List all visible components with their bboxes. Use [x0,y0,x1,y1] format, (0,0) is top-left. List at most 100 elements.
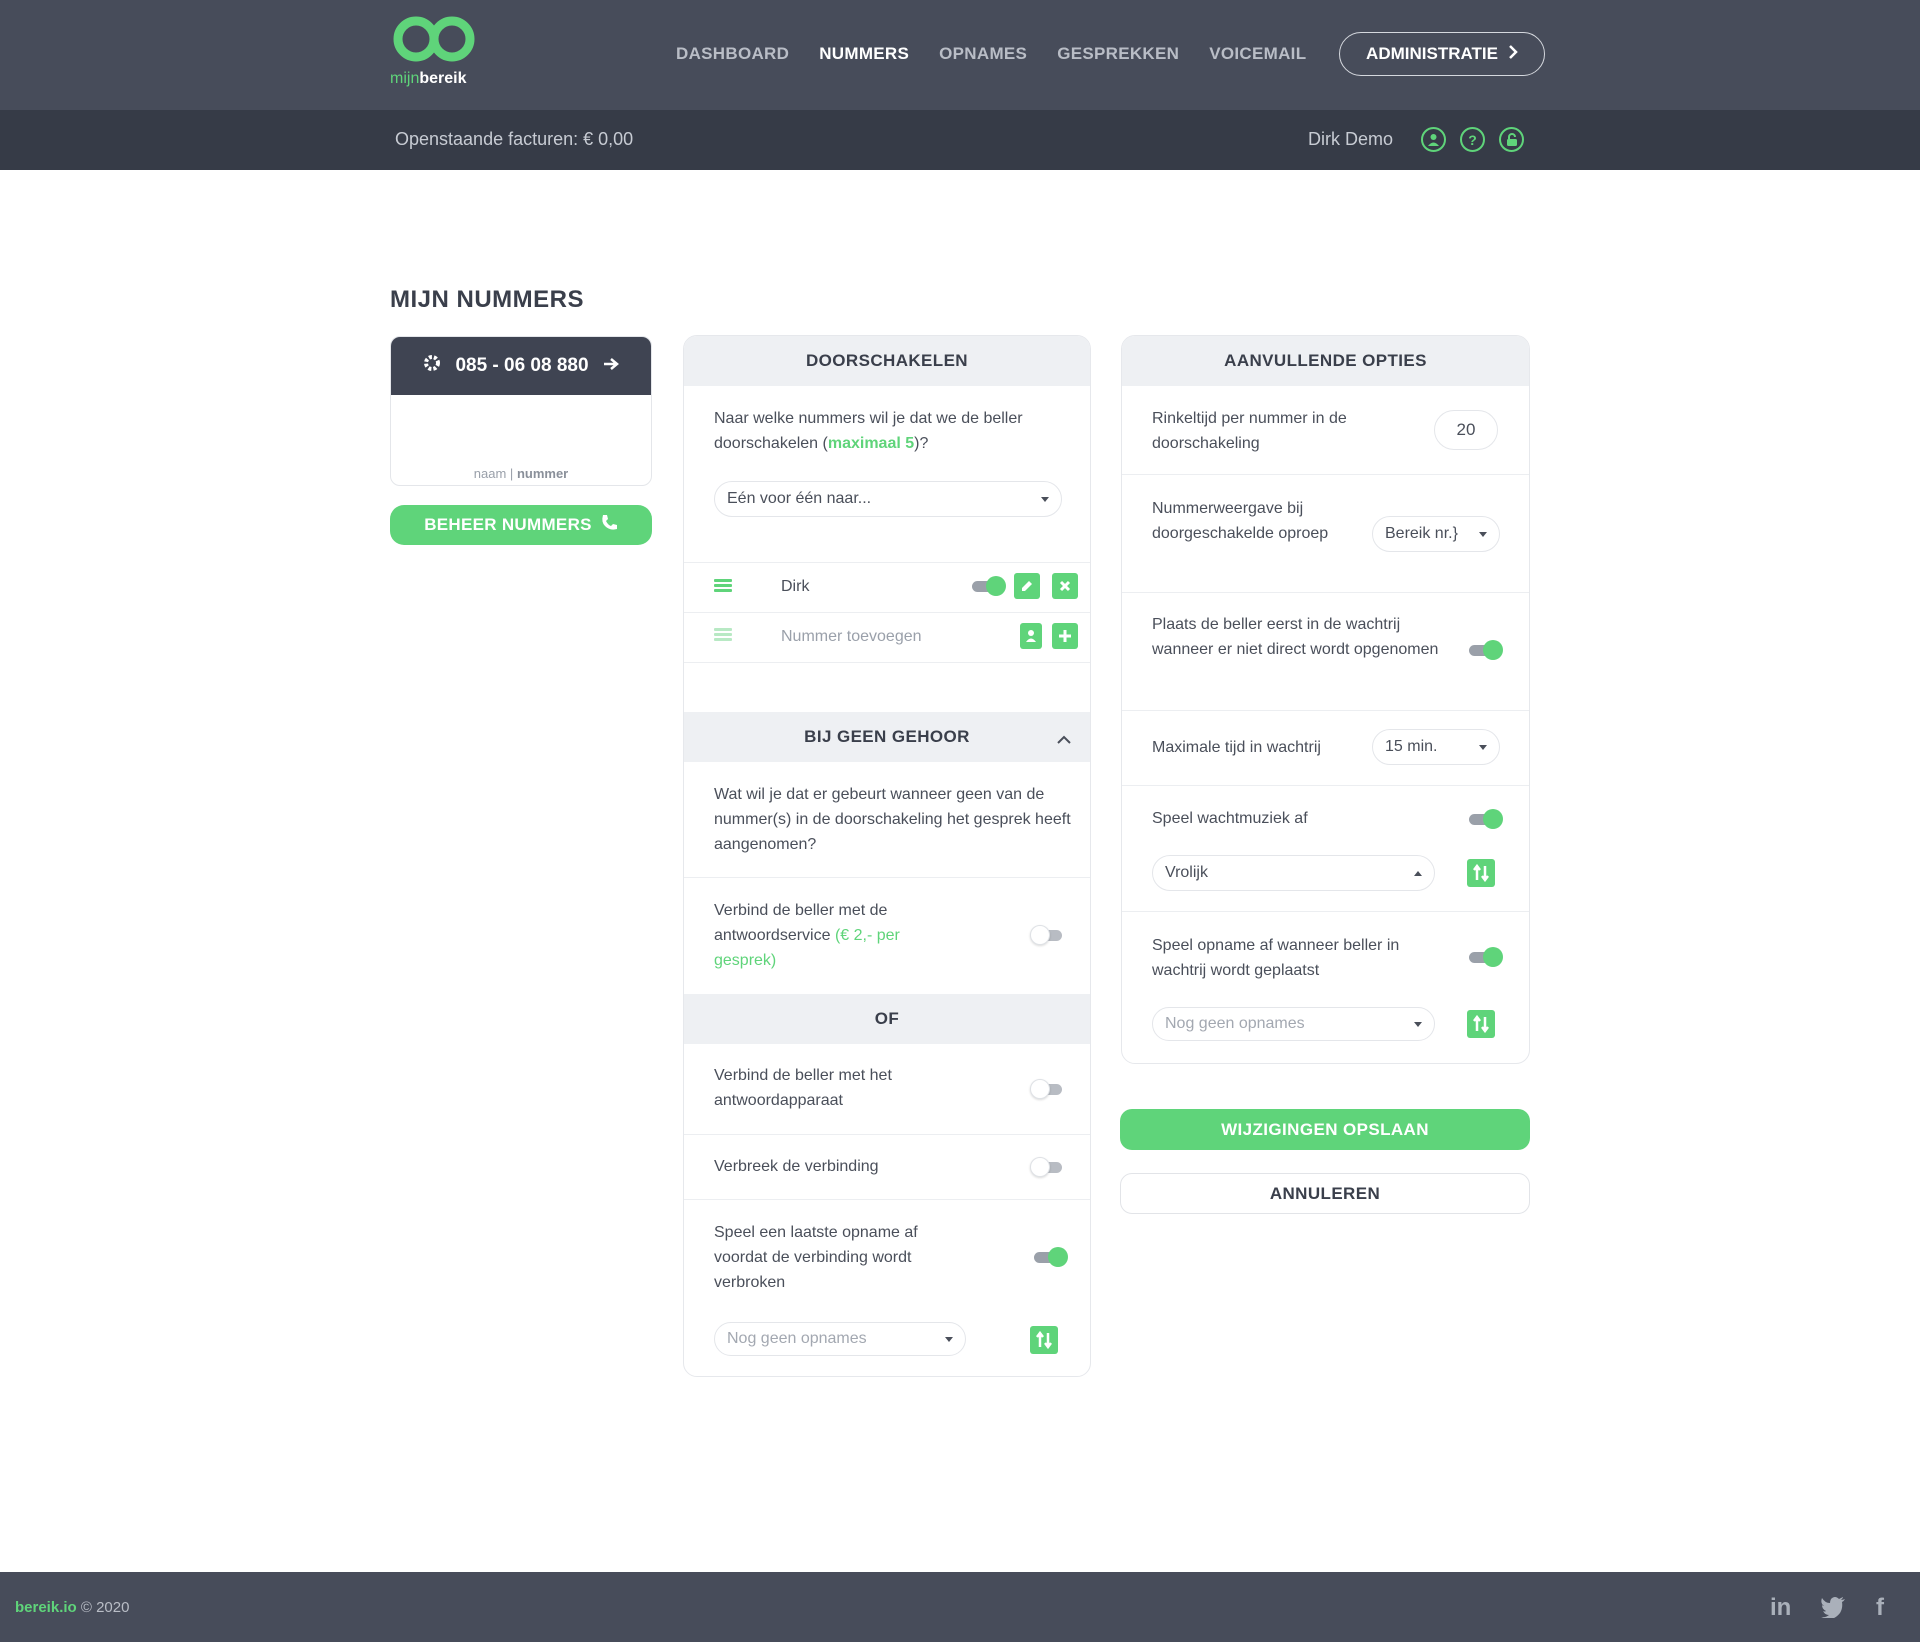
number-card-header[interactable]: 085 - 06 08 880 [391,337,651,395]
last-recording-select[interactable]: Nog geen opnames [714,1322,966,1356]
facebook-icon[interactable]: f [1876,1594,1884,1622]
cancel-button[interactable]: ANNULEREN [1120,1173,1530,1214]
administratie-label: ADMINISTRATIE [1366,44,1498,63]
add-icon[interactable] [1052,623,1078,649]
forward-question: Naar welke nummers wil je dat we de bell… [714,410,1023,452]
top-navigation: mijnbereik DASHBOARD NUMMERS OPNAMES GES… [0,0,1920,110]
open-invoices: Openstaande facturen: € 0,00 [395,129,634,149]
no-answer-header[interactable]: BIJ GEEN GEHOOR [684,712,1090,762]
divider [684,612,1090,613]
divider [1122,710,1529,711]
caret-down-icon [1414,1022,1422,1027]
caret-down-icon [1479,745,1487,750]
nav-gesprekken[interactable]: GESPREKKEN [1057,44,1179,64]
last-recording-value: Nog geen opnames [727,1330,867,1347]
caret-down-icon [1041,497,1049,502]
main-nav: DASHBOARD NUMMERS OPNAMES GESPREKKEN VOI… [676,44,1306,64]
copyright: bereik.io © 2020 [15,1599,130,1616]
arrow-right-icon [603,355,619,377]
queue-recording-toggle[interactable] [1467,947,1503,967]
twitter-icon[interactable] [1820,1596,1846,1625]
sort-icon[interactable] [1467,1010,1495,1038]
forward-mode-value: Eén voor één naar... [727,490,872,507]
sub-navigation: Openstaande facturen: € 0,00 Dirk Demo ? [0,110,1920,170]
last-recording-label: Speel een laatste opname af voordat de v… [714,1224,918,1291]
ring-time-label: Rinkeltijd per nummer in de doorschakeli… [1152,410,1347,452]
forward-entry-toggle[interactable] [970,576,1006,596]
divider [684,662,1090,663]
forward-panel-title: DOORSCHAKELEN [684,336,1090,386]
number-display-select[interactable]: Bereik nr. } [1372,516,1500,552]
last-recording-toggle[interactable] [1032,1247,1068,1267]
help-icon[interactable]: ? [1460,127,1485,152]
nav-nummers[interactable]: NUMMERS [819,44,909,64]
user-actions: ? [1421,127,1524,152]
answering-service-toggle[interactable] [1030,925,1066,945]
extra-options-title: AANVULLENDE OPTIES [1122,336,1529,386]
caret-down-icon [945,1337,953,1342]
caret-down-icon [1479,532,1487,537]
queue-recording-select[interactable]: Nog geen opnames [1152,1007,1435,1041]
delete-icon[interactable] [1052,573,1078,599]
profile-icon[interactable] [1421,127,1446,152]
number-card[interactable]: 085 - 06 08 880 naam | nummer [390,336,652,486]
answering-service-label: Verbind de beller met de antwoordservice… [714,902,900,969]
contact-book-icon[interactable] [1020,623,1042,649]
add-number-input[interactable]: Nummer toevoegen [781,624,922,649]
number-display-label: Nummerweergave bij doorgeschakelde oproe… [1152,500,1329,542]
max-wait-label: Maximale tijd in wachtrij [1152,739,1321,756]
nav-voicemail[interactable]: VOICEMAIL [1209,44,1306,64]
beheer-nummers-button[interactable]: BEHEER NUMMERS [390,505,652,545]
hold-music-value: Vrolijk [1165,864,1208,881]
infinity-logo-icon [393,16,475,62]
lock-icon[interactable] [1499,127,1524,152]
forward-panel: DOORSCHAKELEN Naar welke nummers wil je … [683,335,1091,1377]
administratie-button[interactable]: ADMINISTRATIE [1339,32,1545,76]
divider [684,877,1090,878]
gear-icon [423,354,441,378]
divider [1122,785,1529,786]
drag-handle-icon[interactable] [714,579,732,593]
no-answer-title: BIJ GEEN GEHOOR [804,727,970,746]
sort-icon[interactable] [1467,859,1495,887]
nav-dashboard[interactable]: DASHBOARD [676,44,789,64]
max-wait-value: 15 min. [1385,738,1438,755]
divider [1122,474,1529,475]
forward-entry-name: Dirk [781,578,810,595]
hangup-label: Verbreek de verbinding [714,1158,879,1175]
number-card-subtitle: naam | nummer [473,466,569,481]
hangup-toggle[interactable] [1030,1157,1066,1177]
voicemail-label: Verbind de beller met het antwoordappara… [714,1067,892,1109]
page-title: MIJN NUMMERS [390,286,585,313]
phone-number: 085 - 06 08 880 [455,355,589,376]
queue-toggle[interactable] [1467,640,1503,660]
queue-label: Plaats de beller eerst in de wachtrij wa… [1152,616,1439,658]
user-name: Dirk Demo [1308,129,1394,149]
queue-recording-value: Nog geen opnames [1165,1015,1305,1032]
beheer-nummers-label: BEHEER NUMMERS [424,515,592,534]
divider [684,1199,1090,1200]
drag-handle-icon [714,628,732,642]
linkedin-icon[interactable]: in [1770,1594,1791,1622]
divider [684,1134,1090,1135]
forward-mode-select[interactable]: Eén voor één naar... [714,481,1062,517]
number-display-value: Bereik nr. [1385,525,1453,542]
save-button[interactable]: WIJZIGINGEN OPSLAAN [1120,1109,1530,1150]
footer-brand-link[interactable]: bereik.io [15,1599,77,1616]
chevron-up-icon[interactable] [1056,730,1072,750]
divider [1122,592,1529,593]
logo-text: mijnbereik [390,70,467,87]
logo[interactable]: mijnbereik [390,14,490,94]
hold-music-toggle[interactable] [1467,809,1503,829]
ring-time-input[interactable]: 20 [1434,410,1498,450]
edit-icon[interactable] [1014,573,1040,599]
voicemail-toggle[interactable] [1030,1079,1066,1099]
sort-icon[interactable] [1030,1326,1058,1354]
or-separator: OF [684,994,1090,1044]
caret-up-icon [1414,871,1422,876]
hold-music-select[interactable]: Vrolijk [1152,855,1435,891]
phone-icon [600,514,618,537]
nav-opnames[interactable]: OPNAMES [939,44,1027,64]
max-wait-select[interactable]: 15 min. [1372,729,1500,765]
hold-music-label: Speel wachtmuziek af [1152,810,1308,827]
